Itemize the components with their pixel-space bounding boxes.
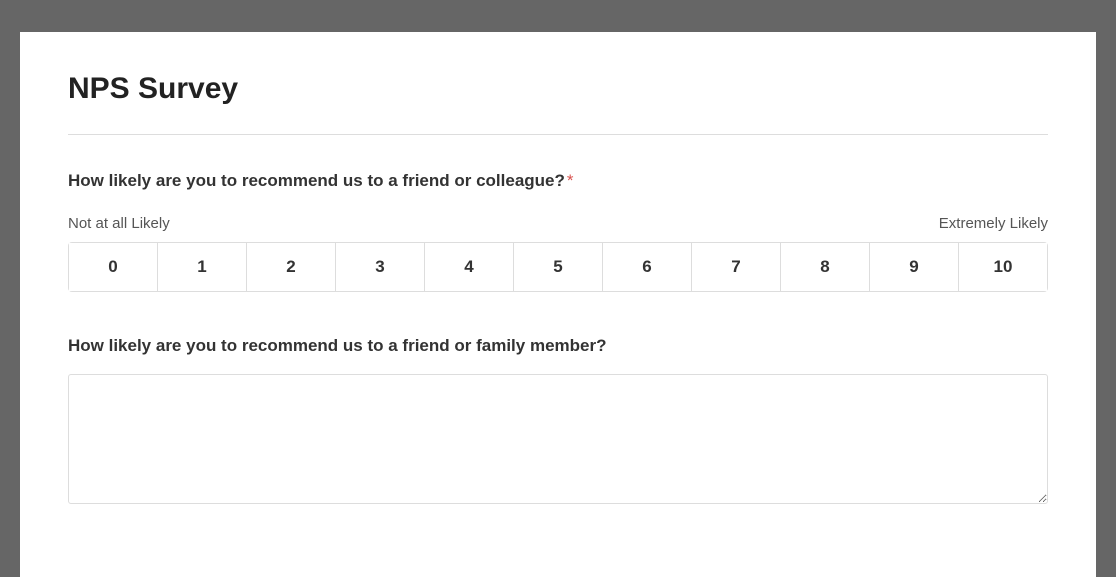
nps-scale-row: 0 1 2 3 4 5 6 7 8 9 10 (68, 242, 1048, 292)
scale-end-labels: Not at all Likely Extremely Likely (68, 215, 1048, 232)
survey-title: NPS Survey (68, 72, 1048, 106)
nps-option-4[interactable]: 4 (425, 242, 514, 292)
question2-textarea[interactable] (68, 374, 1048, 504)
question1-text: How likely are you to recommend us to a … (68, 171, 565, 190)
scale-left-label: Not at all Likely (68, 215, 170, 232)
nps-option-2[interactable]: 2 (247, 242, 336, 292)
nps-option-10[interactable]: 10 (959, 242, 1048, 292)
question-nps-scale: How likely are you to recommend us to a … (68, 171, 1048, 292)
nps-option-3[interactable]: 3 (336, 242, 425, 292)
survey-page: NPS Survey How likely are you to recomme… (20, 32, 1096, 577)
question2-label: How likely are you to recommend us to a … (68, 336, 1048, 356)
question1-label: How likely are you to recommend us to a … (68, 171, 1048, 191)
nps-option-5[interactable]: 5 (514, 242, 603, 292)
question-textarea: How likely are you to recommend us to a … (68, 336, 1048, 509)
required-marker: * (567, 171, 574, 190)
nps-option-9[interactable]: 9 (870, 242, 959, 292)
nps-option-6[interactable]: 6 (603, 242, 692, 292)
nps-option-0[interactable]: 0 (68, 242, 158, 292)
divider (68, 134, 1048, 135)
nps-option-1[interactable]: 1 (158, 242, 247, 292)
nps-option-8[interactable]: 8 (781, 242, 870, 292)
nps-option-7[interactable]: 7 (692, 242, 781, 292)
scale-right-label: Extremely Likely (939, 215, 1048, 232)
